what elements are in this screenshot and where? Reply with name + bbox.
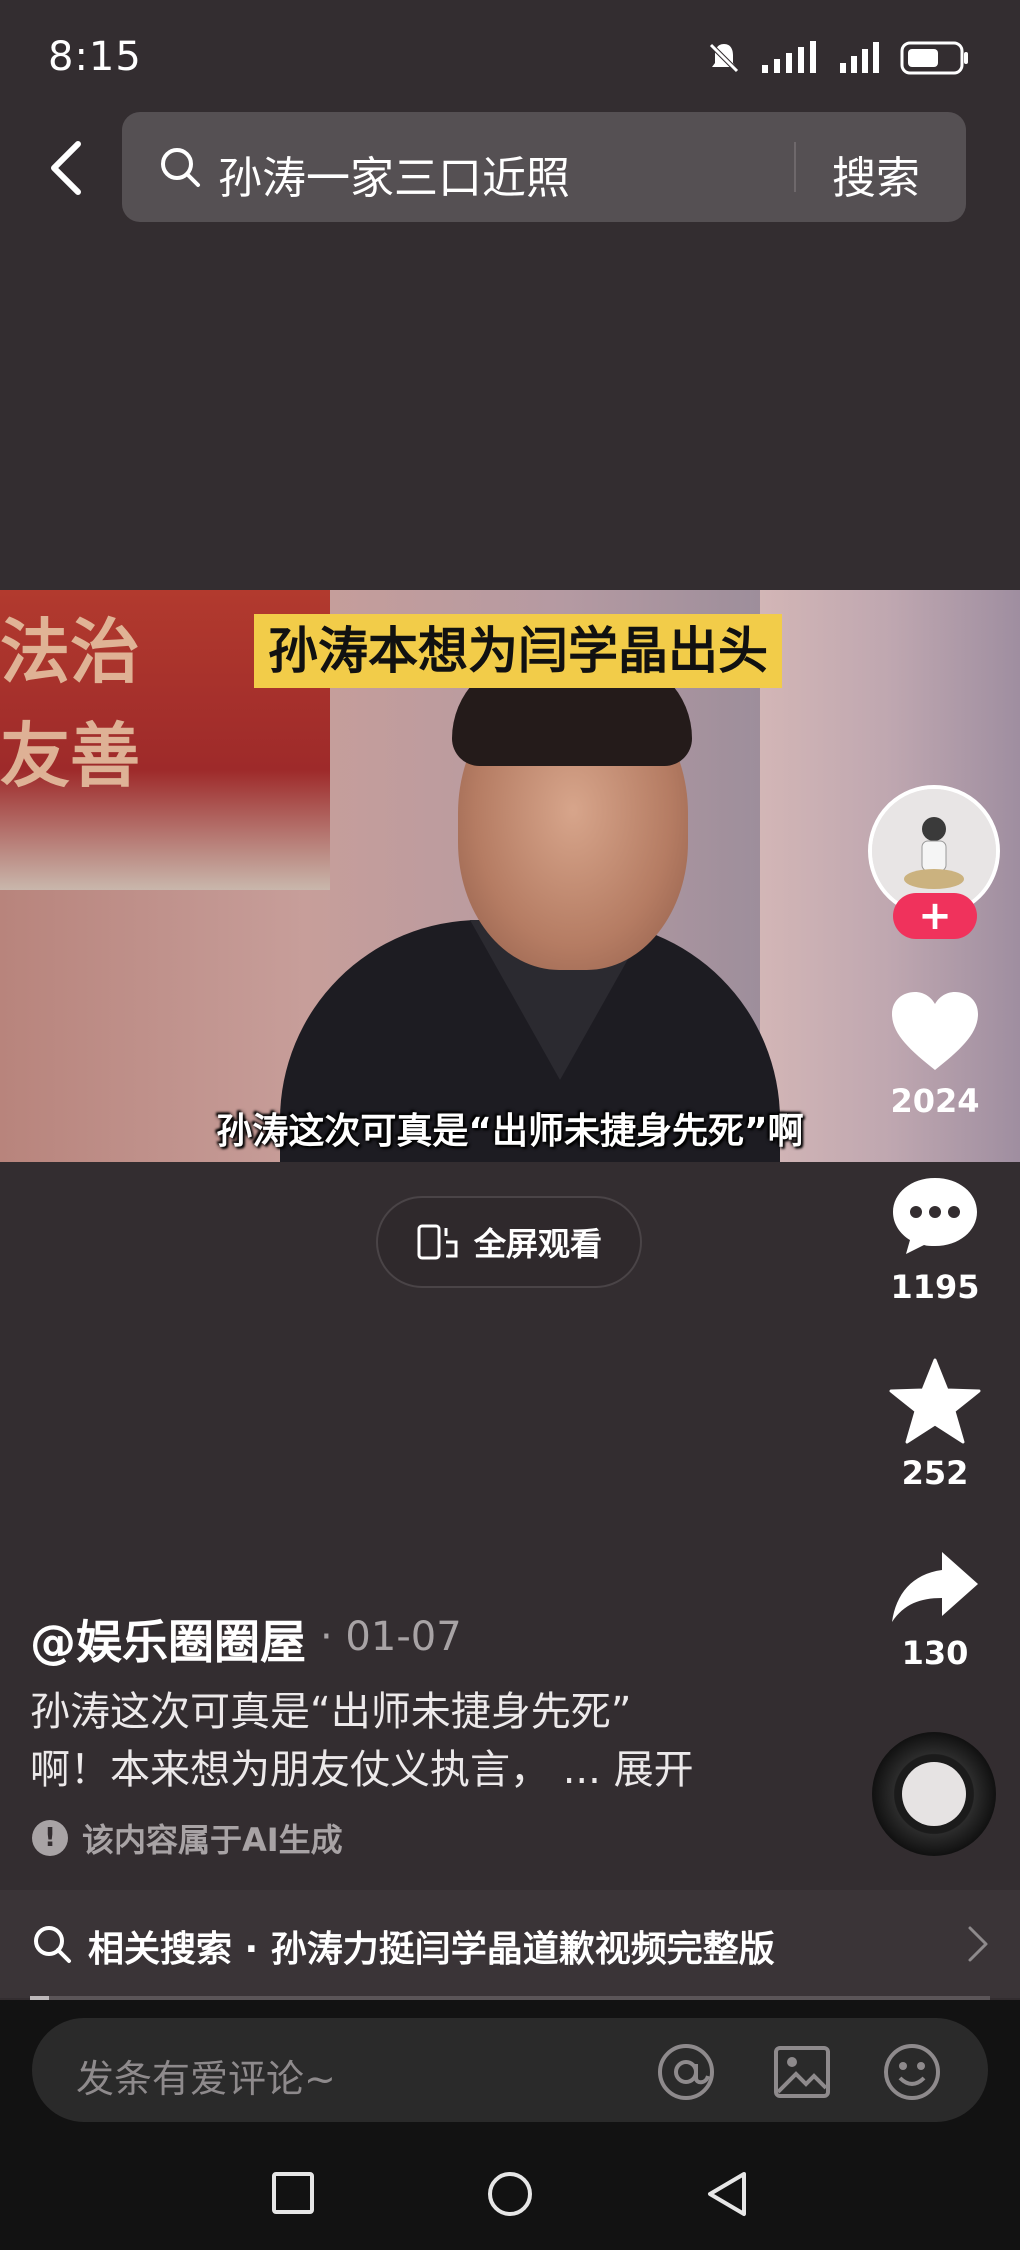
search-icon [34, 1926, 71, 1963]
search-icon [161, 148, 200, 187]
battery-icon [900, 41, 968, 75]
video-player[interactable]: 法治 友善 孙涛本想为闫学晶出头 孙涛这次可真是“出师未捷身先死”啊 [0, 590, 1020, 1162]
search-input[interactable]: 孙涛一家三口近照 [218, 142, 570, 206]
back-triangle-icon[interactable] [704, 2170, 750, 2218]
related-search-label: 相关搜索 · 孙涛力挺闫学晶道歉视频完整版 [88, 1929, 775, 1970]
search-divider [794, 142, 796, 192]
author-name[interactable]: @娱乐圈圈屋 [30, 1606, 306, 1672]
like-button[interactable]: 2024 [880, 990, 990, 1120]
post-description-line1: 孙涛这次可真是“出师未捷身先死” [30, 1689, 632, 1735]
post-description-line2-text: 啊！本来想为朋友仗义执言， [30, 1747, 550, 1793]
video-title-caption: 孙涛本想为闫学晶出头 [254, 614, 782, 688]
music-disc[interactable] [872, 1732, 996, 1856]
heart-icon [892, 992, 978, 1070]
follow-button[interactable]: + [893, 893, 977, 939]
home-icon[interactable] [486, 2170, 534, 2218]
chevron-right-icon [968, 1926, 988, 1962]
post-description: 孙涛这次可真是“出师未捷身先死” 啊！本来想为朋友仗义执言， ... 展开 [30, 1683, 730, 1799]
related-search[interactable]: 相关搜索 · 孙涛力挺闫学晶道歉视频完整版 [0, 1890, 1020, 1998]
ai-generated-note: ! 该内容属于AI生成 [32, 1815, 343, 1861]
back-button[interactable] [36, 138, 96, 198]
recent-apps-icon[interactable] [270, 2170, 316, 2216]
signal-icon [762, 41, 816, 73]
share-arrow-icon [892, 1552, 978, 1622]
favorite-button[interactable]: 252 [880, 1358, 990, 1492]
star-icon [889, 1358, 981, 1444]
search-button[interactable]: 搜索 [832, 142, 920, 206]
info-icon: ! [32, 1820, 68, 1856]
signal-icon-2 [840, 42, 879, 73]
fullscreen-rotate-icon [417, 1224, 458, 1260]
comment-placeholder: 发条有爱评论~ [76, 2057, 336, 2101]
post-description-line2: 啊！本来想为朋友仗义执言， ... 展开 [30, 1741, 730, 1799]
comment-count: 1195 [890, 1268, 980, 1306]
image-icon[interactable] [772, 2042, 832, 2102]
bottom-bar: 发条有爱评论~ [0, 2000, 1020, 2250]
video-banner-line1: 法治 [0, 610, 140, 693]
comment-input[interactable]: 发条有爱评论~ [32, 2018, 988, 2122]
favorite-count: 252 [901, 1454, 969, 1492]
fullscreen-button[interactable]: 全屏观看 [376, 1196, 642, 1288]
emoji-icon[interactable] [882, 2042, 942, 2102]
status-bar: 8:15 [0, 0, 1020, 110]
post-date: · 01-07 [320, 1614, 462, 1660]
video-subtitle: 孙涛这次可真是“出师未捷身先死”啊 [216, 1111, 804, 1152]
ai-generated-label: 该内容属于AI生成 [82, 1821, 343, 1859]
fullscreen-label: 全屏观看 [473, 1225, 602, 1263]
comment-bubble-icon [893, 1178, 977, 1254]
video-banner-text: 法治 友善 [0, 600, 140, 808]
comment-button[interactable]: 1195 [880, 1174, 990, 1306]
share-count: 130 [901, 1634, 969, 1672]
at-mention-icon[interactable] [656, 2042, 716, 2102]
chevron-left-icon [51, 141, 81, 195]
like-count: 2024 [890, 1082, 980, 1120]
system-navbar [0, 2150, 1020, 2250]
expand-link[interactable]: ... 展开 [563, 1747, 694, 1793]
video-banner-line2: 友善 [0, 714, 140, 797]
mute-bell-icon [709, 43, 739, 73]
status-time: 8:15 [48, 34, 142, 80]
share-button[interactable]: 130 [880, 1548, 990, 1672]
status-icons [706, 40, 970, 76]
music-disc-cover [902, 1762, 966, 1826]
search-bar[interactable]: 孙涛一家三口近照 搜索 [122, 112, 966, 222]
